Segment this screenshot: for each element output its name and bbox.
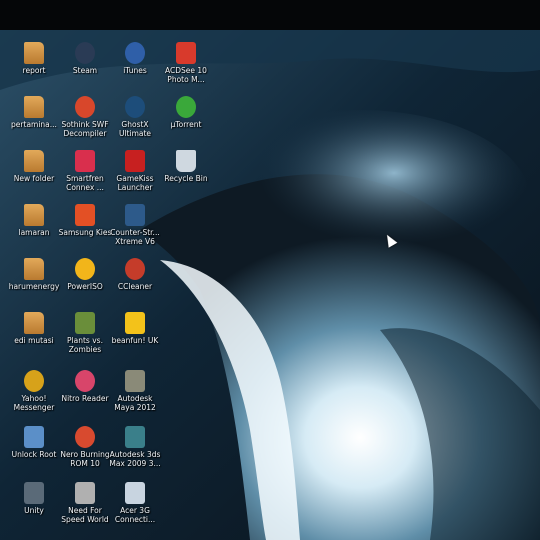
monitor-bezel: [0, 0, 540, 34]
desktop-icon-ghostx[interactable]: GhostX Ultimate: [107, 92, 163, 146]
desktop-icon-beanfun[interactable]: beanfun! UK: [107, 308, 163, 362]
folder-icon: [24, 204, 44, 226]
desktop-icon-new-folder[interactable]: New folder: [6, 146, 62, 200]
desktop-icon-label: Recycle Bin: [164, 174, 208, 183]
desktop-icon-label: Sothink SWF Decompiler: [61, 120, 109, 138]
desktop-icon-label: Yahoo! Messenger: [13, 394, 55, 412]
beanfun-icon: [125, 312, 145, 334]
desktop-icon-acer-3g[interactable]: Acer 3G Connecti...: [107, 478, 163, 532]
desktop-icon-edi-mutasi[interactable]: edi mutasi: [6, 308, 62, 362]
unity-icon: [24, 482, 44, 504]
desktop-icon-nitro-reader[interactable]: Nitro Reader: [57, 366, 113, 420]
desktop-icon-label: Smartfren Connex ...: [66, 174, 104, 192]
ghostx-icon: [125, 96, 145, 118]
ccleaner-icon: [125, 258, 145, 280]
gamekiss-icon: [125, 150, 145, 172]
folder-icon: [24, 150, 44, 172]
folder-icon: [24, 258, 44, 280]
desktop-icon-plants-vs-zombies[interactable]: Plants vs. Zombies: [57, 308, 113, 362]
desktop-icon-label: ACDSee 10 Photo M...: [165, 66, 207, 84]
nitro-reader-icon: [75, 370, 95, 392]
desktop-icon-label: lamaran: [18, 228, 50, 237]
desktop-screen: report Steam iTunes ACDSee 10 Photo M...…: [0, 0, 540, 540]
unlock-root-icon: [24, 426, 44, 448]
folder-icon: [24, 312, 44, 334]
desktop-icon-acdsee[interactable]: ACDSee 10 Photo M...: [158, 38, 214, 92]
desktop-icon-gamekiss[interactable]: GameKiss Launcher: [107, 146, 163, 200]
nero-icon: [75, 426, 95, 448]
desktop-icon-label: harumenergy: [8, 282, 60, 291]
desktop-icon-steam[interactable]: Steam: [57, 38, 113, 92]
desktop-icon-nero[interactable]: Nero Burning ROM 10: [57, 422, 113, 476]
desktop-icon-ccleaner[interactable]: CCleaner: [107, 254, 163, 308]
desktop-icon-label: edi mutasi: [14, 336, 54, 345]
desktop-icon-maya[interactable]: Autodesk Maya 2012: [107, 366, 163, 420]
desktop-icon-label: Nitro Reader: [61, 394, 109, 403]
desktop-icon-label: report: [22, 66, 46, 75]
recycle-bin-icon: [176, 150, 196, 172]
desktop-icon-label: Acer 3G Connecti...: [114, 506, 156, 524]
desktop-icon-poweriso[interactable]: PowerISO: [57, 254, 113, 308]
desktop-icon-label: Plants vs. Zombies: [67, 336, 103, 354]
desktop-icon-lamaran[interactable]: lamaran: [6, 200, 62, 254]
maya-icon: [125, 370, 145, 392]
desktop-icon-utorrent[interactable]: µTorrent: [158, 92, 214, 146]
desktop-icon-itunes[interactable]: iTunes: [107, 38, 163, 92]
yahoo-messenger-icon: [24, 370, 44, 392]
desktop-icon-label: Counter-Str... Xtreme V6: [110, 228, 160, 246]
desktop-icon-nfs-world[interactable]: Need For Speed World: [57, 478, 113, 532]
sothink-icon: [75, 96, 95, 118]
3ds-max-icon: [125, 426, 145, 448]
desktop-icon-sothink[interactable]: Sothink SWF Decompiler: [57, 92, 113, 146]
desktop-icon-samsung-kies[interactable]: Samsung Kies: [57, 200, 113, 254]
desktop-icon-3ds-max[interactable]: Autodesk 3ds Max 2009 3...: [107, 422, 163, 476]
desktop-icon-label: µTorrent: [170, 120, 202, 129]
desktop-icon-label: CCleaner: [117, 282, 153, 291]
desktop-icon-label: GameKiss Launcher: [116, 174, 154, 192]
steam-icon: [75, 42, 95, 64]
samsung-kies-icon: [75, 204, 95, 226]
desktop-icon-label: New folder: [13, 174, 55, 183]
desktop-icon-label: Autodesk Maya 2012: [114, 394, 156, 412]
desktop-icon-smartfren[interactable]: Smartfren Connex ...: [57, 146, 113, 200]
desktop-icon-label: GhostX Ultimate: [118, 120, 152, 138]
desktop-icon-label: Autodesk 3ds Max 2009 3...: [109, 450, 161, 468]
desktop-icon-label: beanfun! UK: [111, 336, 159, 345]
desktop-icon-label: Steam: [72, 66, 98, 75]
desktop-icon-label: iTunes: [123, 66, 147, 75]
desktop-icon-report[interactable]: report: [6, 38, 62, 92]
desktop-icon-label: pertamina...: [11, 120, 57, 129]
desktop-icon-counter-strike[interactable]: Counter-Str... Xtreme V6: [107, 200, 163, 254]
desktop-icon-harumenergy[interactable]: harumenergy: [6, 254, 62, 308]
desktop-icon-recycle-bin[interactable]: Recycle Bin: [158, 146, 214, 200]
desktop-icon-label: Unity: [24, 506, 44, 515]
desktop-icon-label: PowerISO: [67, 282, 103, 291]
desktop-icon-pertamina[interactable]: pertamina...: [6, 92, 62, 146]
desktop-icon-label: Nero Burning ROM 10: [60, 450, 110, 468]
acer-3g-icon: [125, 482, 145, 504]
folder-icon: [24, 42, 44, 64]
smartfren-icon: [75, 150, 95, 172]
counter-strike-icon: [125, 204, 145, 226]
folder-icon: [24, 96, 44, 118]
desktop-icon-unity[interactable]: Unity: [6, 478, 62, 532]
desktop-icon-label: Unlock Root: [11, 450, 57, 459]
nfs-world-icon: [75, 482, 95, 504]
poweriso-icon: [75, 258, 95, 280]
desktop-icon-label: Need For Speed World: [61, 506, 109, 524]
desktop-icon-grid: report Steam iTunes ACDSee 10 Photo M...…: [0, 34, 230, 540]
itunes-icon: [125, 42, 145, 64]
desktop-icon-yahoo-messenger[interactable]: Yahoo! Messenger: [6, 366, 62, 420]
utorrent-icon: [176, 96, 196, 118]
plants-vs-zombies-icon: [75, 312, 95, 334]
desktop-icon-label: Samsung Kies: [58, 228, 112, 237]
acdsee-icon: [176, 42, 196, 64]
desktop-icon-unlock-root[interactable]: Unlock Root: [6, 422, 62, 476]
